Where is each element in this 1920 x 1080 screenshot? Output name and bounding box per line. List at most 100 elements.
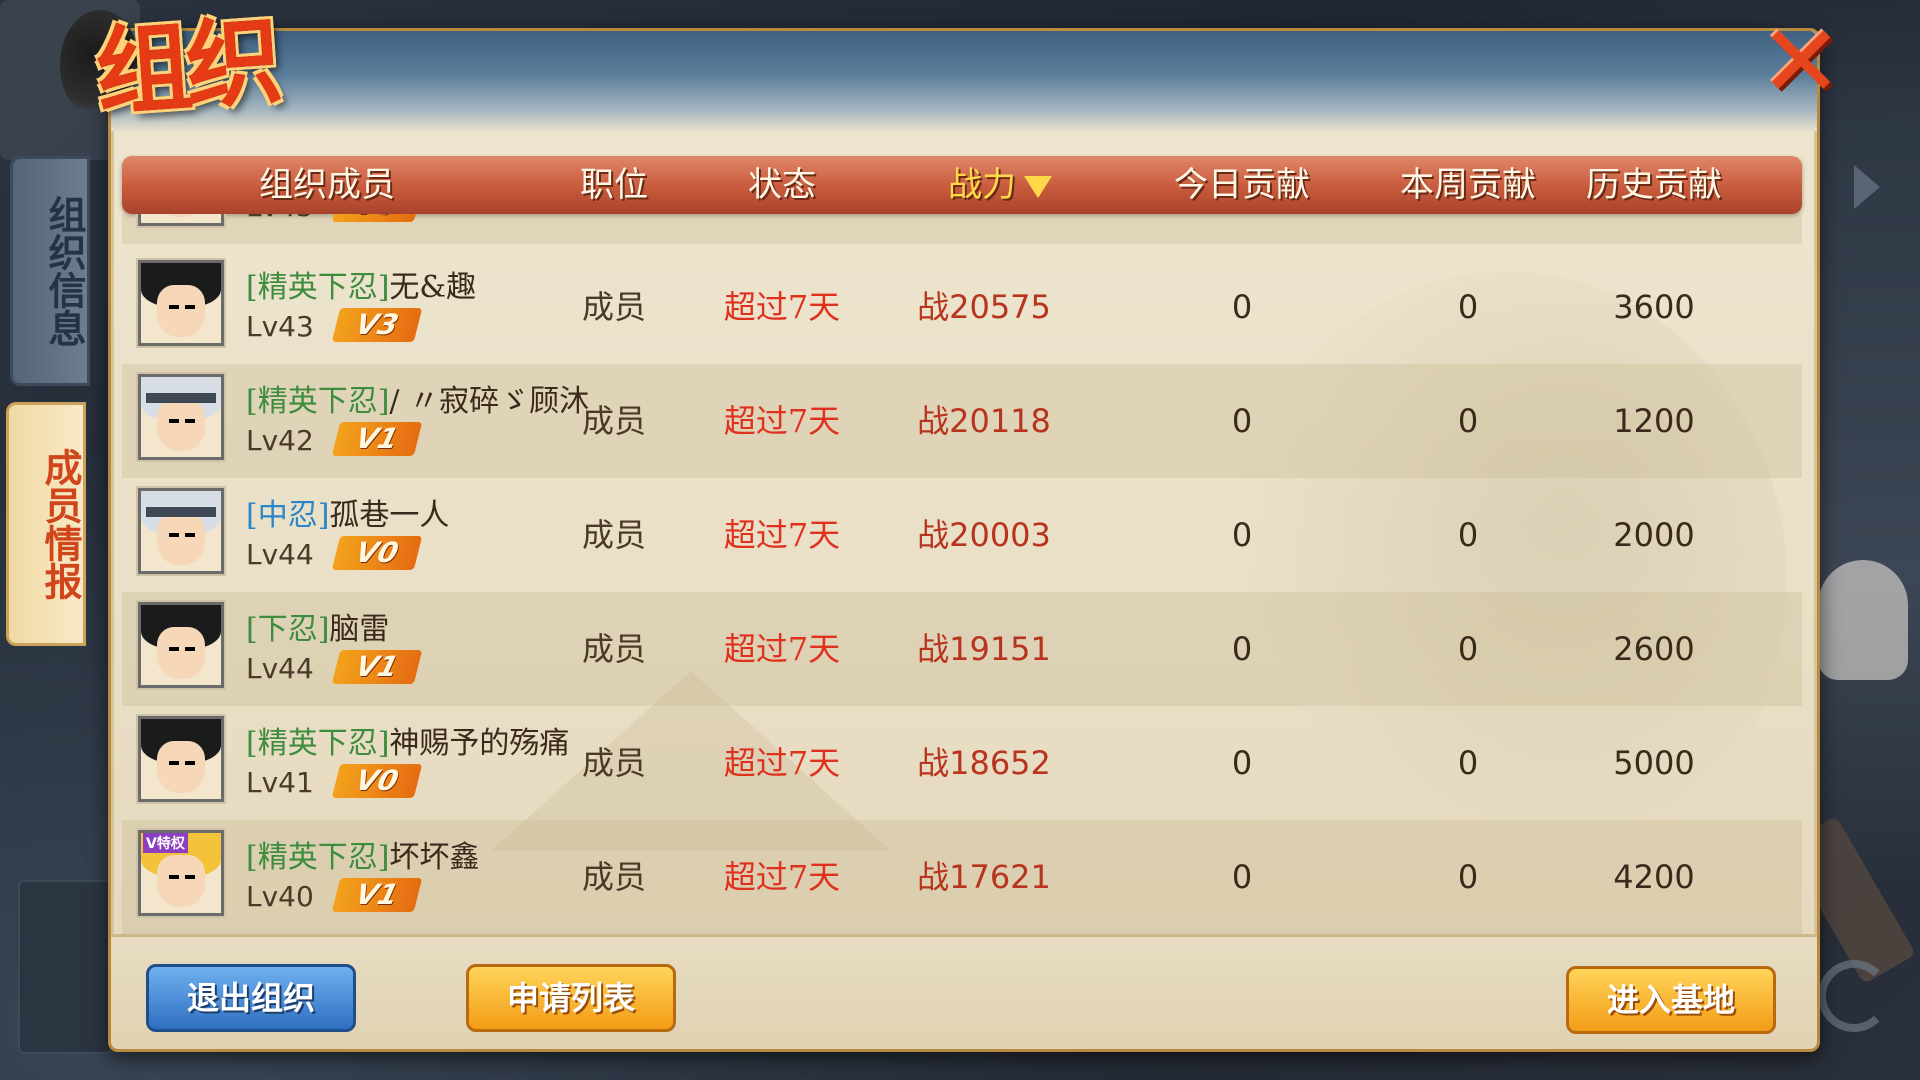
member-status: 超过7天 bbox=[723, 858, 841, 896]
avatar bbox=[138, 260, 224, 346]
table-header: 组织成员 职位 状态 战力 今日贡献 本周贡献 历史贡献 bbox=[122, 156, 1802, 214]
table-row[interactable]: V特权 [精英下忍]坏坏鑫 Lv40 V1 成员 超过7天 战17621 0 0… bbox=[122, 820, 1802, 934]
avatar bbox=[138, 488, 224, 574]
vip-badge: V1 bbox=[331, 422, 423, 456]
member-name: [精英下忍]坏坏鑫 bbox=[246, 832, 479, 876]
member-name: [精英下忍]/ 〃寂碎ゞ顾沐 bbox=[246, 376, 589, 420]
refresh-icon bbox=[1818, 960, 1890, 1032]
window-footer bbox=[111, 934, 1817, 1049]
member-power: 战20003 bbox=[917, 516, 1051, 554]
member-history-contribution: 5000 bbox=[1613, 744, 1695, 782]
apply-list-button[interactable]: 申请列表 bbox=[466, 964, 676, 1032]
header-power-label: 战力 bbox=[948, 165, 1016, 205]
member-level: Lv40 bbox=[246, 880, 314, 913]
member-week-contribution: 0 bbox=[1457, 630, 1479, 668]
member-week-contribution: 0 bbox=[1457, 402, 1479, 440]
member-name: [中忍]孤巷一人 bbox=[246, 490, 449, 534]
table-row[interactable]: [精英下忍]神赐予的殇痛 Lv41 V0 成员 超过7天 战18652 0 0 … bbox=[122, 706, 1802, 820]
member-today-contribution: 0 bbox=[1231, 516, 1253, 554]
member-power: 战18652 bbox=[917, 744, 1051, 782]
member-level: Lv44 bbox=[246, 538, 314, 571]
member-status: 超过7天 bbox=[723, 630, 841, 668]
table-row[interactable]: [下忍]脑雷 Lv44 V1 成员 超过7天 战19151 0 0 2600 bbox=[122, 592, 1802, 706]
member-position: 成员 bbox=[581, 744, 646, 782]
member-level: Lv43 bbox=[246, 310, 314, 343]
window-title: 组织 bbox=[92, 4, 280, 130]
avatar bbox=[138, 602, 224, 688]
member-week-contribution: 0 bbox=[1457, 744, 1479, 782]
member-level: Lv44 bbox=[246, 652, 314, 685]
member-position: 成员 bbox=[581, 630, 646, 668]
avatar: V特权 bbox=[138, 830, 224, 916]
member-rank: [精英下忍] bbox=[246, 384, 390, 419]
member-status: 超过7天 bbox=[723, 288, 841, 326]
member-status: 超过7天 bbox=[723, 516, 841, 554]
header-power-sort[interactable]: 战力 bbox=[890, 156, 1110, 214]
member-history-contribution: 1200 bbox=[1613, 402, 1695, 440]
tab-member-intel[interactable]: 成员情报 bbox=[6, 402, 86, 646]
vip-badge: V0 bbox=[331, 764, 423, 798]
member-level: Lv42 bbox=[246, 424, 314, 457]
vip-privilege-badge: V特权 bbox=[143, 833, 188, 853]
member-rank: [精英下忍] bbox=[246, 840, 390, 875]
table-row[interactable]: [中忍]孤巷一人 Lv44 V0 成员 超过7天 战20003 0 0 2000 bbox=[122, 478, 1802, 592]
member-name-text: 坏坏鑫 bbox=[389, 840, 480, 875]
member-position: 成员 bbox=[581, 288, 646, 326]
avatar bbox=[138, 716, 224, 802]
member-today-contribution: 0 bbox=[1231, 402, 1253, 440]
member-power: 战20118 bbox=[917, 402, 1051, 440]
window-banner bbox=[111, 31, 1817, 131]
member-week-contribution: 0 bbox=[1457, 288, 1479, 326]
fox-mask-icon bbox=[1818, 560, 1908, 680]
member-history-contribution: 3600 bbox=[1613, 288, 1695, 326]
member-name: [精英下忍]无&趣 bbox=[246, 262, 476, 306]
member-history-contribution: 2000 bbox=[1613, 516, 1695, 554]
member-status: 超过7天 bbox=[723, 402, 841, 440]
table-row[interactable]: [精英下忍]/ 〃寂碎ゞ顾沐 Lv42 V1 成员 超过7天 战20118 0 … bbox=[122, 364, 1802, 478]
member-rank: [精英下忍] bbox=[246, 270, 390, 305]
member-list[interactable]: Lv45 V0 [精英下忍]无&趣 Lv43 V3 成员 超过7天 战20575… bbox=[122, 214, 1802, 940]
member-today-contribution: 0 bbox=[1231, 858, 1253, 896]
member-today-contribution: 0 bbox=[1231, 744, 1253, 782]
member-today-contribution: 0 bbox=[1231, 288, 1253, 326]
header-today: 今日贡献 bbox=[1174, 165, 1310, 205]
member-position: 成员 bbox=[581, 516, 646, 554]
member-status: 超过7天 bbox=[723, 744, 841, 782]
member-name-text: 无&趣 bbox=[389, 270, 477, 305]
member-name-text: 神赐予的殇痛 bbox=[389, 726, 570, 761]
background-right-panel bbox=[1810, 120, 1920, 880]
avatar bbox=[138, 214, 224, 226]
leave-organization-button[interactable]: 退出组织 bbox=[146, 964, 356, 1032]
table-row[interactable]: Lv45 V0 bbox=[122, 214, 1802, 244]
right-arrow-icon bbox=[1854, 165, 1880, 209]
header-status: 状态 bbox=[748, 165, 816, 205]
table-row[interactable]: [精英下忍]无&趣 Lv43 V3 成员 超过7天 战20575 0 0 360… bbox=[122, 250, 1802, 364]
vip-badge: V1 bbox=[331, 878, 423, 912]
member-rank: [下忍] bbox=[246, 612, 330, 647]
member-power: 战17621 bbox=[917, 858, 1051, 896]
close-icon[interactable]: ✕ bbox=[1756, 12, 1846, 112]
member-history-contribution: 4200 bbox=[1613, 858, 1695, 896]
header-history: 历史贡献 bbox=[1586, 165, 1722, 205]
avatar bbox=[138, 374, 224, 460]
member-week-contribution: 0 bbox=[1457, 516, 1479, 554]
member-week-contribution: 0 bbox=[1457, 858, 1479, 896]
member-rank: [精英下忍] bbox=[246, 726, 390, 761]
background-chat-panel bbox=[18, 880, 112, 1054]
member-today-contribution: 0 bbox=[1231, 630, 1253, 668]
member-name-text: 脑雷 bbox=[329, 612, 390, 647]
member-position: 成员 bbox=[581, 402, 646, 440]
header-member: 组织成员 bbox=[259, 165, 395, 205]
tab-organization-info[interactable]: 组织信息 bbox=[10, 156, 90, 386]
enter-base-button[interactable]: 进入基地 bbox=[1566, 966, 1776, 1034]
member-power: 战20575 bbox=[917, 288, 1051, 326]
vip-badge: V1 bbox=[331, 650, 423, 684]
member-power: 战19151 bbox=[917, 630, 1051, 668]
vip-badge: V0 bbox=[331, 214, 423, 222]
member-name: [精英下忍]神赐予的殇痛 bbox=[246, 718, 569, 762]
header-position: 职位 bbox=[580, 165, 648, 205]
vip-badge: V0 bbox=[331, 536, 423, 570]
member-name: [下忍]脑雷 bbox=[246, 604, 389, 648]
member-rank: [中忍] bbox=[246, 498, 330, 533]
vip-badge: V3 bbox=[331, 308, 423, 342]
